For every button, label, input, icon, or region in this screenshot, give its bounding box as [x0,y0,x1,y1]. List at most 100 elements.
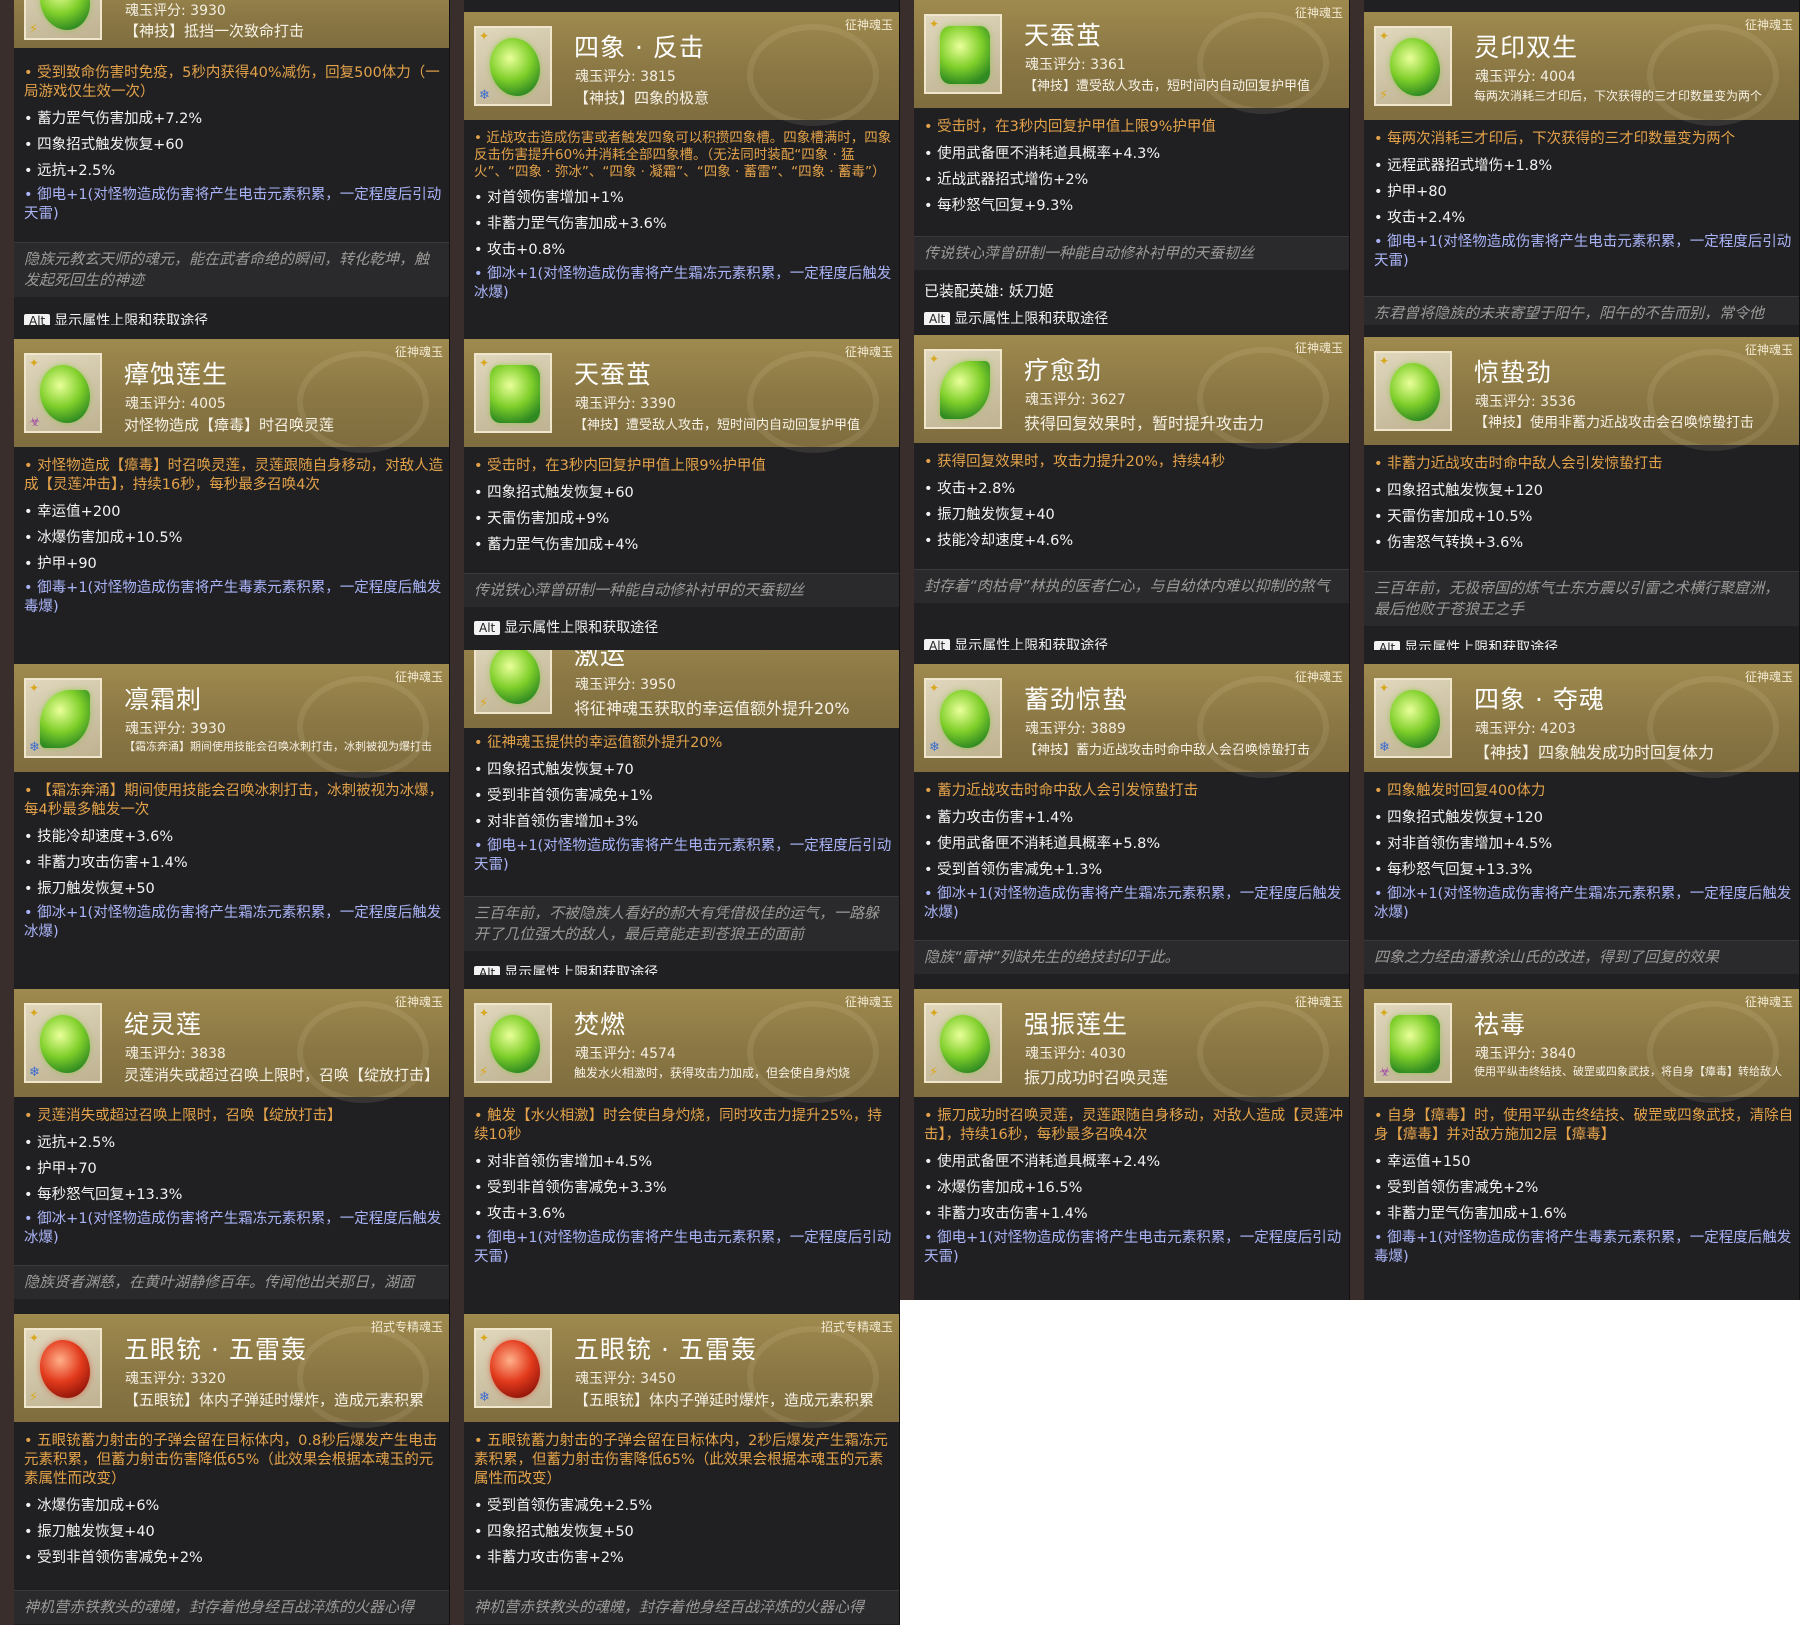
jade-lore: 东君曾将隐族的未来寄望于阳午，阳午的不告而别，常令他 [1364,296,1799,325]
card-edge [900,325,914,650]
card-header: ✦ ⚡ 魂玉评分: 3930 【神技】抵挡一次致命打击 [14,0,449,48]
stat-line: • 非蓄力攻击伤害+1.4% [24,855,188,871]
jade-card[interactable]: ⚡ 激运 魂玉评分: 3950 将征神魂玉获取的幸运值额外提升20% • 征神魂… [450,650,900,975]
alt-hint[interactable]: Alt 显示属性上限和获取途径 [924,308,1108,325]
stat-line: • 四象招式触发恢复+120 [1374,810,1543,826]
jade-skill: 将征神魂玉获取的幸运值额外提升20% [574,699,850,718]
jade-type-tag: 征神魂玉 [844,995,893,1009]
poison-element-icon: ☣ [29,415,41,430]
jade-type-tag: 征神魂玉 [1744,670,1793,684]
jade-skill: 【五眼铳】体内子弹延时爆炸，造成元素积累 [124,1391,425,1409]
rarity-icon: ✦ [479,356,490,370]
jade-card[interactable]: 征神魂玉 ✦ 疗愈劲 魂玉评分: 3627 获得回复效果时，暂时提升攻击力 • … [900,325,1350,650]
header-ornament [1197,676,1329,778]
jade-gem-icon [1390,38,1440,96]
rarity-icon: ✦ [1379,681,1390,695]
card-edge [0,975,14,1300]
jade-gem-icon [40,1015,90,1073]
stat-line: • 受到非首领伤害减免+2% [24,1550,203,1566]
card-body: • 受到致命伤害时免疫，5秒内获得40%减伤，回复500体力（一局游戏仅生效一次… [14,64,449,224]
jade-lore: 三百年前，无极帝国的炼气士东方震以引雷之术横行聚窟洲，最后他败于苍狼王之手 [1364,571,1799,626]
element-effect: • 御冰+1(对怪物造成伤害将产生霜冻元素积累，一定程度后触发冰爆) [24,905,442,940]
jade-name: 疗愈劲 [1024,356,1103,385]
card-edge [900,650,914,975]
jade-name: 蓄劲惊蛰 [1024,685,1129,714]
jade-name: 凛霜刺 [124,685,203,714]
stat-line: • 冰爆伤害加成+6% [24,1498,160,1514]
jade-skill: 【神技】四象的极意 [574,89,710,107]
card-edge [900,0,914,325]
jade-score: 魂玉评分: 3950 [575,677,676,693]
stat-line: • 每秒怒气回复+9.3% [924,198,1074,214]
jade-lore: 封存着“肉枯骨”林执的医者仁心，与自幼体内难以抑制的煞气 [914,569,1349,603]
jade-card[interactable]: 征神魂玉 ✦ ☣ 祛毒 魂玉评分: 3840 使用平纵击终结技、破罡或四象武技，… [1350,975,1800,1300]
jade-card[interactable]: 招式专精魂玉 ✦ ❄ 五眼铳 · 五雷轰 魂玉评分: 3450 【五眼铳】体内子… [450,1300,900,1625]
element-effect: • 御电+1(对怪物造成伤害将产生电击元素积累，一定程度后引动天雷) [474,838,892,873]
jade-card[interactable]: 征神魂玉 ✦ ❄ 四象 · 夺魂 魂玉评分: 4203 【神技】四象触发成功时回… [1350,650,1800,975]
jade-icon: ✦ [924,14,1002,94]
rarity-icon: ✦ [479,1331,490,1345]
jade-card[interactable]: 征神魂玉 ✦ 惊蛰劲 魂玉评分: 3536 【神技】使用非蓄力近战攻击会召唤惊蛰… [1350,325,1800,650]
stat-line: • 使用武备匣不消耗道具概率+2.4% [924,1154,1161,1170]
jade-card[interactable]: 征神魂玉 ✦ ❄ 凛霜刺 魂玉评分: 3930 【霜冻奔涌】期间使用技能会召唤冰… [0,650,450,975]
card-edge [450,975,464,1300]
card-header: 征神魂玉 ✦ ❄ 四象 · 夺魂 魂玉评分: 4203 【神技】四象触发成功时回… [1364,664,1799,778]
jade-gem-icon [40,0,90,30]
stat-line: • 振刀触发恢复+40 [24,1524,155,1540]
stat-line: • 四象招式触发恢复+60 [474,485,634,501]
frost-element-icon: ❄ [29,1065,40,1080]
jade-score: 魂玉评分: 4005 [125,396,226,412]
card-body: • 振刀成功时召唤灵莲，灵莲跟随自身移动，对敌人造成【灵莲冲击】，持续16秒，每… [914,1107,1349,1267]
jade-card[interactable]: 征神魂玉 ✦ ⚡ 强振莲生 魂玉评分: 4030 振刀成功时召唤灵莲 • 振刀成… [900,975,1350,1300]
rarity-icon: ✦ [1379,354,1390,368]
jade-card[interactable]: 征神魂玉 ✦ ⚡ 灵印双生 魂玉评分: 4004 每两次消耗三才印后，下次获得的… [1350,0,1800,325]
lightning-element-icon: ⚡ [29,1390,39,1405]
jade-gem-icon [490,650,540,704]
jade-card[interactable]: 征神魂玉 ✦ ❄ 蓄劲惊蛰 魂玉评分: 3889 【神技】蓄力近战攻击时命中敌人… [900,650,1350,975]
alt-hint[interactable]: Alt 显示属性上限和获取途径 [474,962,658,975]
jade-skill: 触发水火相激时，获得攻击力加成，但会使自身灼烧 [574,1066,851,1080]
jade-score: 魂玉评分: 3889 [1025,721,1126,737]
jade-effect: • 获得回复效果时，攻击力提升20%，持续4秒 [924,454,1226,470]
alt-hint[interactable]: Alt 显示属性上限和获取途径 [924,635,1108,650]
element-effect: • 御电+1(对怪物造成伤害将产生电击元素积累，一定程度后引动天雷) [1374,234,1792,269]
jade-card[interactable]: 招式专精魂玉 ✦ ⚡ 五眼铳 · 五雷轰 魂玉评分: 3320 【五眼铳】体内子… [0,1300,450,1625]
jade-name: 绽灵莲 [124,1010,203,1039]
lightning-element-icon: ⚡ [29,22,39,37]
jade-card[interactable]: 征神魂玉 ✦ 天蚕茧 魂玉评分: 3361 【神技】遭受敌人攻击，短时间内自动回… [900,0,1350,325]
jade-name: 天蚕茧 [1024,21,1103,50]
jade-lore: 四象之力经由潘教涂山氏的改进，得到了回复的效果 [1364,940,1799,974]
jade-card[interactable]: 征神魂玉 ✦ 天蚕茧 魂玉评分: 3390 【神技】遭受敌人攻击，短时间内自动回… [450,325,900,650]
jade-icon: ✦ ❄ [1374,678,1452,758]
jade-type-tag: 征神魂玉 [394,345,443,359]
alt-hint[interactable]: Alt 显示属性上限和获取途径 [1374,637,1558,650]
jade-effect: • 征神魂玉提供的幸运值额外提升20% [474,735,723,751]
stat-line: • 技能冷却速度+3.6% [24,829,174,845]
jade-gem-icon [940,26,990,84]
jade-card[interactable]: 征神魂玉 ✦ ❄ 四象 · 反击 魂玉评分: 3815 【神技】四象的极意 • … [450,0,900,325]
header-ornament [747,24,879,126]
poison-element-icon: ☣ [1379,1065,1391,1080]
card-body: • 灵莲消失或超过召唤上限时，召唤【绽放打击】 • 远抗+2.5% • 护甲+7… [14,1107,449,1248]
jade-effect: • 受击时，在3秒内回复护甲值上限9%护甲值 [474,458,766,474]
jade-icon: ✦ ❄ [24,1003,102,1083]
jade-icon: ✦ [924,349,1002,429]
stat-line: • 振刀触发恢复+40 [924,507,1055,523]
jade-card[interactable]: 征神魂玉 ✦ ⚡ 焚燃 魂玉评分: 4574 触发水火相激时，获得攻击力加成，但… [450,975,900,1300]
jade-card[interactable]: 征神魂玉 ✦ ❄ 绽灵莲 魂玉评分: 3838 灵莲消失或超过召唤上限时，召唤【… [0,975,450,1300]
alt-hint[interactable]: Alt 显示属性上限和获取途径 [474,617,658,637]
stat-line: • 非蓄力罡气伤害加成+3.6% [474,216,667,232]
stat-line: • 非蓄力罡气伤害加成+1.6% [1374,1206,1567,1222]
header-ornament [1647,349,1779,451]
stat-line: • 蓄力罡气伤害加成+4% [474,537,639,553]
stat-line: • 护甲+90 [24,556,97,572]
jade-lore: 隐族贤者渊慈，在黄叶湖静修百年。传闻他出关那日，湖面 [14,1265,449,1299]
card-edge [0,0,14,325]
jade-skill: 【神技】四象触发成功时回复体力 [1474,743,1715,762]
jade-card[interactable]: ✦ ⚡ 魂玉评分: 3930 【神技】抵挡一次致命打击 • 受到致命伤害时免疫，… [0,0,450,325]
jade-card[interactable]: 征神魂玉 ✦ ☣ 瘴蚀莲生 魂玉评分: 4005 对怪物造成【瘴毒】时召唤灵莲 … [0,325,450,650]
jade-skill: 振刀成功时召唤灵莲 [1024,1068,1169,1087]
jade-name: 灵印双生 [1474,33,1579,62]
jade-effect: • 对怪物造成【瘴毒】时召唤灵莲，灵莲跟随自身移动，对敌人造成【灵莲冲击】，持续… [24,458,444,493]
alt-hint[interactable]: Alt 显示属性上限和获取途径 [24,310,208,325]
